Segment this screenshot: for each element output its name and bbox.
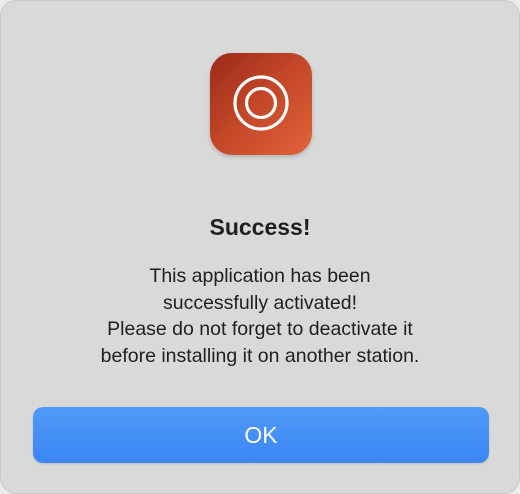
- message-line: before installing it on another station.: [100, 344, 420, 367]
- dialog-message: This application has been successfully a…: [21, 263, 499, 369]
- message-line: This application has been: [149, 265, 371, 287]
- target-rings-icon: [233, 75, 289, 131]
- message-line: successfully activated!: [162, 291, 357, 314]
- dialog-title: Success!: [209, 214, 311, 240]
- message-line: Please do not forget to deactivate it: [107, 318, 413, 340]
- activation-success-dialog: Success! This application has been succe…: [0, 0, 520, 494]
- app-icon: [210, 53, 312, 155]
- ok-button[interactable]: OK: [33, 407, 489, 463]
